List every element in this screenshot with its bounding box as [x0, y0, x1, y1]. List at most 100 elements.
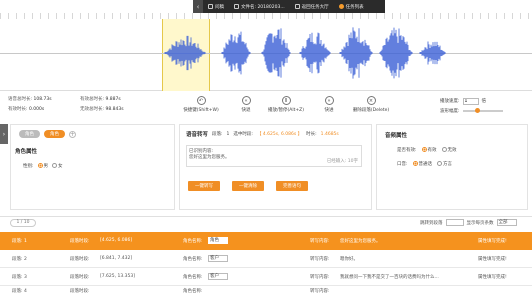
complete-sentence-button[interactable]: 完善语句 — [276, 181, 308, 191]
goto-controls: 跳转到段落 显示每页条数 全部 — [420, 219, 517, 226]
rewind-button[interactable]: « 快退 — [225, 96, 267, 113]
radio-off-icon — [441, 147, 447, 152]
toolbar-item-label: 返回任务大厅 — [301, 4, 329, 10]
row-segment: 段落: 3 — [12, 275, 27, 280]
row-role-label: 角色名称: — [183, 275, 203, 280]
add-role-icon[interactable]: + — [69, 130, 76, 138]
toolbar-item-tasks[interactable]: 任务列表 — [334, 4, 369, 10]
auto-transcribe-button[interactable]: 一键转写 — [188, 181, 220, 191]
top-toolbar: ‹ 问稿 文件名: 20180203... 返回任务大厅 任务列表 — [193, 0, 385, 13]
row-text-label: 转写内容: — [310, 239, 330, 244]
transcribe-header: 语音转写 段落: 1 选中时段: 【 4.625s, 6.086s 】 时长: … — [186, 130, 339, 139]
row-status: 属性填写完成! — [478, 275, 507, 280]
task-list-icon — [338, 4, 344, 9]
valid-no-radio[interactable]: 无效 — [441, 147, 457, 153]
radio-label: 无效 — [447, 148, 457, 153]
document-icon — [208, 4, 213, 9]
voice-total-label: 语音总时长: — [8, 97, 33, 102]
duration-value: 1.4685s — [320, 131, 339, 137]
row-segment: 段落: 1 — [12, 239, 27, 244]
audio-attr-panel: 音频属性 是否有效: 有效 无效 口音: 普通话 方言 — [376, 124, 528, 210]
toolbar-item-label: 问稿 — [215, 4, 224, 10]
row-time: [4.625, 6.086] — [100, 238, 133, 243]
transcribe-title: 语音转写 — [186, 132, 209, 138]
shortcut-button[interactable]: ↶ 快捷键(Shift+W) — [180, 96, 222, 113]
goto-label: 跳转到段落 — [420, 220, 443, 226]
pager[interactable]: 1 / 10 — [10, 219, 36, 227]
duration-stats: 语音总时长: 108.73s 有效总时长: 9.887s 有效时长: 0.000… — [8, 96, 168, 120]
toolbar-item-label: 文件名: 20180203... — [241, 4, 285, 10]
radio-label: 方言 — [443, 162, 453, 167]
waveform-panel[interactable] — [0, 19, 532, 91]
gender-female-radio[interactable]: 女 — [52, 163, 63, 169]
row-role-select[interactable]: 客户 — [208, 255, 228, 262]
row-time: [7.625, 13.353] — [100, 274, 136, 279]
gender-label: 性别: — [23, 164, 34, 169]
char-counter: 已经输入: 10字 — [326, 159, 358, 164]
control-label: 快进 — [324, 108, 334, 113]
row-text-label: 转写内容: — [310, 257, 330, 262]
row-text-label: 转写内容: — [310, 275, 330, 280]
table-row[interactable]: 段落: 1 段落时段: [4.625, 6.086] 角色名称: 角色 转写内容… — [0, 232, 532, 250]
speed-input[interactable] — [462, 97, 479, 105]
row-time-label: 段落时段: — [70, 275, 90, 280]
toolbar-item-doc[interactable]: 问稿 — [203, 4, 229, 10]
radio-label: 有效 — [427, 148, 437, 153]
toolbar-item-label: 任务列表 — [345, 4, 364, 10]
clear-button[interactable]: 一键清除 — [232, 181, 264, 191]
row-time-label: 段落时段: — [70, 239, 90, 244]
radio-on-icon — [412, 161, 418, 166]
control-label: 播放/暂停(Alt+Z) — [268, 108, 304, 113]
accent-mandarin-radio[interactable]: 普通话 — [412, 161, 432, 167]
radio-label: 女 — [58, 164, 63, 169]
row-role-select[interactable]: 客户 — [208, 273, 228, 280]
row-role-label: 角色名称: — [183, 257, 203, 262]
row-text: 嗯你好。 — [340, 257, 358, 262]
row-status: 属性填写完成! — [478, 239, 507, 244]
volume-slider[interactable] — [462, 108, 503, 113]
play-pause-button[interactable]: Ⅱ 播放/暂停(Alt+Z) — [265, 96, 307, 113]
file-icon — [234, 4, 239, 9]
control-label: 删除段落(Delete) — [352, 108, 390, 113]
row-role-label: 角色名称: — [183, 239, 203, 244]
radio-on-icon — [37, 163, 43, 168]
collapse-left-icon[interactable]: ‹ — [193, 0, 203, 13]
effective-label: 有效时长: — [8, 107, 28, 112]
forward-icon: » — [324, 96, 334, 105]
table-row[interactable]: 段落: 3 段落时段: [7.625, 13.353] 角色名称: 客户 转写内… — [0, 268, 532, 286]
radio-off-icon — [437, 161, 443, 166]
waveform — [164, 27, 446, 79]
role-tab-2[interactable]: 角色 — [44, 130, 65, 138]
row-role-select[interactable]: 角色 — [208, 237, 228, 244]
invalid-total-value: 98.843s — [105, 107, 124, 112]
row-time: [6.841, 7.432] — [100, 256, 133, 261]
table-row[interactable]: 段落: 2 段落时段: [6.841, 7.432] 角色名称: 客户 转写内容… — [0, 250, 532, 268]
gender-group: 性别: 男 女 — [23, 163, 63, 169]
goto-input[interactable] — [445, 219, 464, 226]
valid-total-label: 有效总时长: — [80, 97, 105, 102]
accent-dialect-radio[interactable]: 方言 — [437, 161, 452, 167]
radio-label: 男 — [43, 164, 49, 169]
role-tab-1[interactable]: 角色 — [19, 130, 40, 138]
segment-value: 1 — [226, 131, 230, 137]
table-row[interactable]: 段落: 4 段落时段: 角色名称: 转写内容: — [0, 286, 532, 294]
speed-unit: 倍 — [481, 99, 487, 104]
toolbar-item-hall[interactable]: 返回任务大厅 — [290, 4, 334, 10]
annotation-app: ‹ 问稿 文件名: 20180203... 返回任务大厅 任务列表 语音总时长:… — [0, 0, 532, 294]
toolbar-item-file[interactable]: 文件名: 20180203... — [229, 4, 290, 10]
forward-button[interactable]: » 快进 — [308, 96, 350, 113]
valid-yes-radio[interactable]: 有效 — [421, 147, 437, 153]
back-icon: « — [241, 96, 251, 105]
row-time-label: 段落时段: — [70, 289, 90, 294]
volume-slider-handle[interactable] — [474, 108, 480, 113]
row-status: 属性填写完成! — [478, 257, 507, 262]
gender-male-radio[interactable]: 男 — [37, 163, 49, 169]
per-page-select[interactable]: 全部 — [496, 219, 517, 226]
row-segment: 段落: 2 — [12, 257, 27, 262]
effective-value: 0.000s — [28, 107, 45, 112]
accent-label: 口音: — [397, 162, 408, 167]
volume-label: 波形幅度: — [440, 109, 460, 114]
transcription-textarea[interactable]: 已识别内容: 您好这里为您服务。 已经输入: 10字 — [186, 145, 362, 167]
delete-segment-button[interactable]: × 删除段落(Delete) — [350, 96, 392, 113]
expand-left-panel-icon[interactable]: › — [0, 124, 8, 144]
